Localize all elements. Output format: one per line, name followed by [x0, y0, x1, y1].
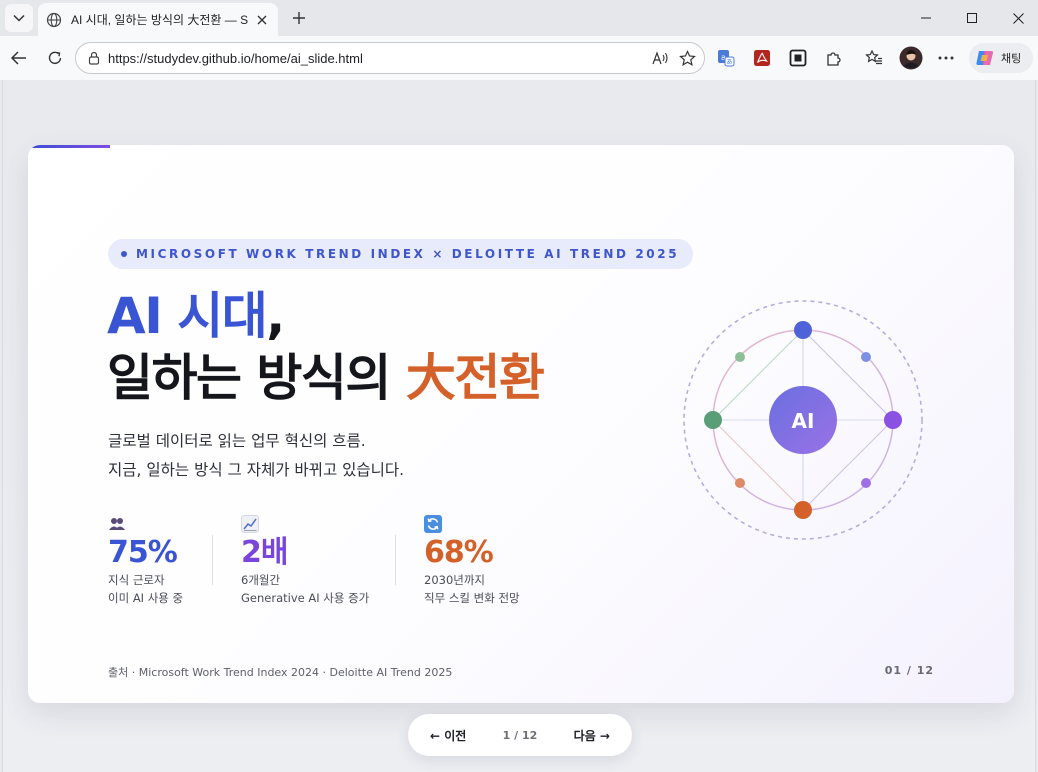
close-window-icon[interactable] — [995, 0, 1038, 36]
tab-actions-icon[interactable] — [5, 4, 33, 32]
chart-up-icon — [241, 515, 259, 533]
minimize-icon[interactable] — [903, 0, 949, 36]
subtitle-line-1: 글로벌 데이터로 읽는 업무 혁신의 흐름. — [108, 432, 366, 450]
source-tag-text: MICROSOFT WORK TREND INDEX × DELOITTE AI… — [136, 247, 680, 261]
slide-page-number: 01 / 12 — [884, 664, 934, 677]
ai-core-label: AI — [792, 409, 815, 433]
headline-comma: , — [266, 287, 285, 345]
slide-progress-bar — [28, 145, 110, 148]
stat-label-2: Generative AI 사용 증가 — [241, 591, 370, 605]
next-button[interactable]: 다음 → — [574, 727, 610, 744]
slide-card: MICROSOFT WORK TREND INDEX × DELOITTE AI… — [28, 145, 1014, 703]
node-top — [794, 321, 812, 339]
maximize-icon[interactable] — [949, 0, 995, 36]
screenshot-icon[interactable] — [786, 46, 810, 70]
node-small-br — [861, 478, 871, 488]
headline-line2: 일하는 방식의 — [107, 349, 406, 407]
stat-divider — [395, 535, 396, 585]
source-tag-pill: MICROSOFT WORK TREND INDEX × DELOITTE AI… — [108, 239, 694, 269]
new-tab-icon[interactable] — [288, 7, 310, 29]
browser-tab[interactable]: AI 시대, 일하는 방식의 大전환 — S — [38, 3, 278, 36]
profile-avatar[interactable] — [898, 45, 924, 71]
read-aloud-icon[interactable] — [648, 45, 674, 71]
pdf-icon[interactable] — [750, 46, 774, 70]
tag-dot — [121, 251, 127, 257]
pager-count: 1 / 12 — [502, 728, 538, 742]
stat-label-2: 직무 스킬 변화 전망 — [424, 591, 520, 605]
source-citation: 출처 · Microsoft Work Trend Index 2024 · D… — [108, 666, 453, 679]
ai-network-diagram: AI — [678, 295, 928, 545]
stat-label-1: 2030년까지 — [424, 573, 486, 587]
node-right — [884, 411, 902, 429]
globe-icon — [46, 12, 62, 28]
close-icon[interactable] — [254, 12, 270, 28]
favorites-icon[interactable] — [862, 46, 886, 70]
stat-value: 68% — [424, 535, 494, 570]
stat-genai-growth: 2배 6개월간 Generative AI 사용 증가 — [241, 515, 369, 607]
svg-text:あ: あ — [726, 59, 732, 66]
refresh-cycle-icon — [424, 515, 442, 533]
stat-label-2: 이미 AI 사용 중 — [108, 591, 184, 605]
favorite-star-icon[interactable] — [674, 45, 700, 71]
node-small-bl — [735, 478, 745, 488]
headline-accent-transformation: 大전환 — [405, 349, 545, 407]
stat-divider — [212, 535, 213, 585]
back-icon[interactable] — [5, 44, 33, 72]
page-viewport: MICROSOFT WORK TREND INDEX × DELOITTE AI… — [2, 80, 1036, 772]
node-left — [704, 411, 722, 429]
address-toolbar: https://studydev.github.io/home/ai_slide… — [0, 36, 1038, 80]
slide-headline: AI 시대, 일하는 방식의 大전환 — [107, 285, 545, 409]
stat-value: 2배 — [241, 535, 288, 570]
node-small-tr — [861, 352, 871, 362]
extensions-icon[interactable] — [822, 46, 846, 70]
node-bottom — [794, 501, 812, 519]
copilot-icon — [975, 48, 995, 68]
lock-icon[interactable] — [86, 50, 102, 66]
slide-pager: ← 이전 1 / 12 다음 → — [408, 714, 632, 756]
stat-skill-change: 68% 2030년까지 직무 스킬 변화 전망 — [424, 515, 520, 607]
more-icon[interactable] — [934, 46, 958, 70]
stat-label-1: 6개월간 — [241, 573, 281, 587]
tab-strip: AI 시대, 일하는 방식의 大전환 — S — [0, 0, 1038, 36]
headline-accent-ai: AI 시대 — [107, 287, 268, 345]
url-text[interactable]: https://studydev.github.io/home/ai_slide… — [108, 51, 648, 66]
address-bar[interactable]: https://studydev.github.io/home/ai_slide… — [75, 42, 705, 74]
subtitle-line-2: 지금, 일하는 방식 그 자체가 바뀌고 있습니다. — [108, 461, 405, 479]
translate-icon[interactable]: aあ — [714, 46, 738, 70]
copilot-chat-button[interactable]: 채팅 — [969, 43, 1033, 73]
node-small-tl — [735, 352, 745, 362]
people-icon — [108, 515, 126, 533]
slide-subtitle: 글로벌 데이터로 읽는 업무 혁신의 흐름. 지금, 일하는 방식 그 자체가 … — [108, 427, 404, 485]
refresh-icon[interactable] — [41, 44, 69, 72]
stat-label-1: 지식 근로자 — [108, 573, 165, 587]
tab-title: AI 시대, 일하는 방식의 大전환 — S — [71, 13, 249, 27]
copilot-label: 채팅 — [1001, 52, 1022, 65]
prev-button[interactable]: ← 이전 — [430, 727, 466, 744]
stat-value: 75% — [108, 535, 178, 570]
stat-ai-usage: 75% 지식 근로자 이미 AI 사용 중 — [108, 515, 183, 607]
